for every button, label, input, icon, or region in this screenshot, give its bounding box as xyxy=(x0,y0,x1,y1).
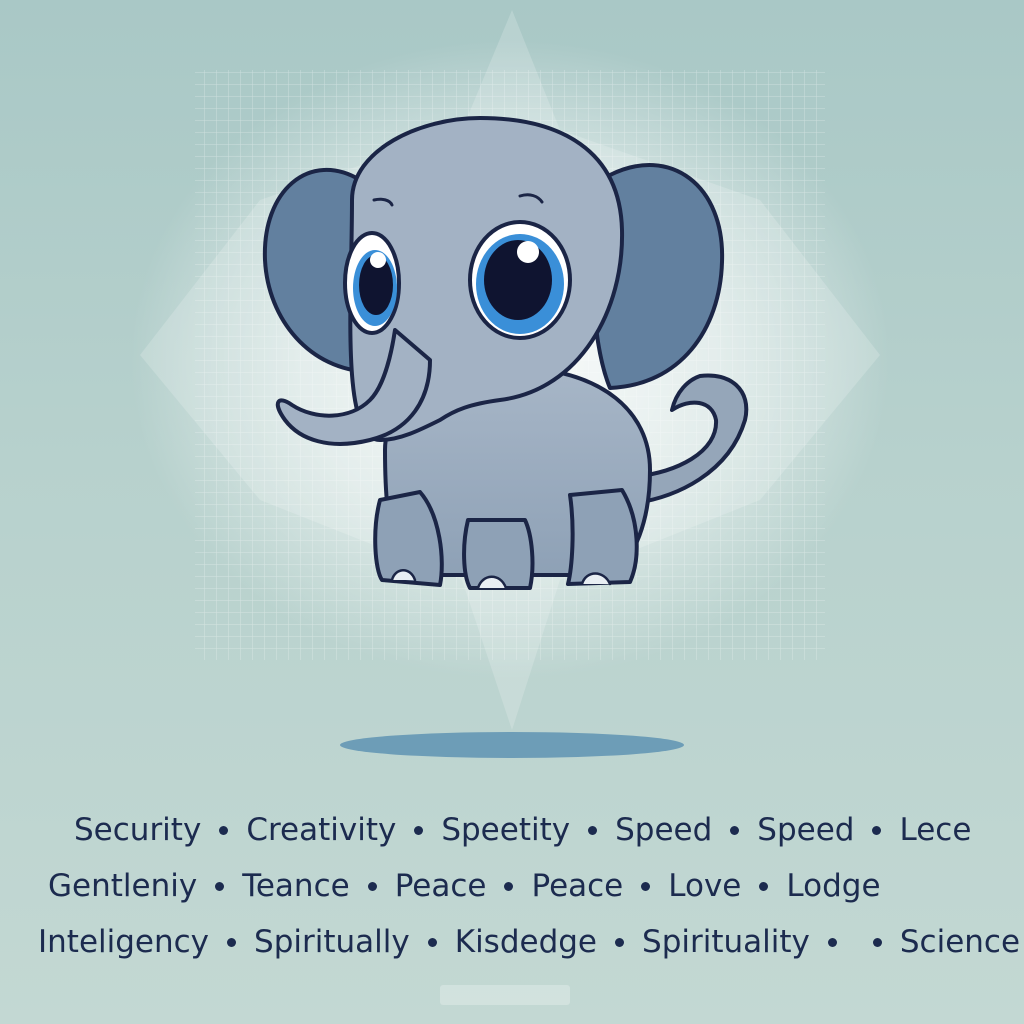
eye-right xyxy=(468,220,572,340)
bullet-dot xyxy=(414,825,424,835)
bullet-dot xyxy=(588,825,598,835)
bullet-dot xyxy=(759,881,769,891)
bullet-dot xyxy=(615,937,625,947)
keyword: Lodge xyxy=(786,868,881,904)
keyword: Inteligency xyxy=(38,924,210,960)
keyword: Teance xyxy=(242,868,350,904)
bullet-dot xyxy=(215,881,225,891)
ground-shadow xyxy=(340,732,684,758)
bullet-dot xyxy=(872,937,882,947)
bullet-dot xyxy=(641,881,651,891)
keyword: Kisdedge xyxy=(454,924,598,960)
keyword: Peace xyxy=(394,868,487,904)
keyword: Science xyxy=(899,924,1021,960)
bullet-dot xyxy=(827,937,837,947)
faded-footer-mark xyxy=(440,985,570,1005)
keyword: Speetity xyxy=(441,812,571,848)
bullet-dot xyxy=(227,937,237,947)
bullet-dot xyxy=(427,937,437,947)
bullet-dot xyxy=(219,825,229,835)
bullet-dot xyxy=(367,881,377,891)
keyword: Speed xyxy=(615,812,713,848)
keyword: Spirituality xyxy=(642,924,810,960)
keyword: Spiritually xyxy=(254,924,410,960)
keyword-line: Gentleniy Teance Peace Peace Love Lodge xyxy=(48,868,881,904)
keyword: Gentleniy xyxy=(48,868,198,904)
keyword-line: Security Creativity Speetity Speed Speed… xyxy=(74,812,971,848)
illustration xyxy=(130,10,890,758)
bullet-dot xyxy=(504,881,514,891)
keyword: Lece xyxy=(899,812,972,848)
keyword-list: Security Creativity Speetity Speed Speed… xyxy=(30,800,1020,990)
keyword-line: Inteligency Spiritually Kisdedge Spiritu… xyxy=(38,924,1020,960)
keyword: Love xyxy=(668,868,742,904)
bullet-dot xyxy=(872,825,882,835)
keyword: Security xyxy=(74,812,202,848)
keyword: Creativity xyxy=(246,812,397,848)
bullet-dot xyxy=(730,825,740,835)
keyword: Speed xyxy=(757,812,855,848)
keyword: Peace xyxy=(531,868,624,904)
eye-left xyxy=(343,231,401,335)
